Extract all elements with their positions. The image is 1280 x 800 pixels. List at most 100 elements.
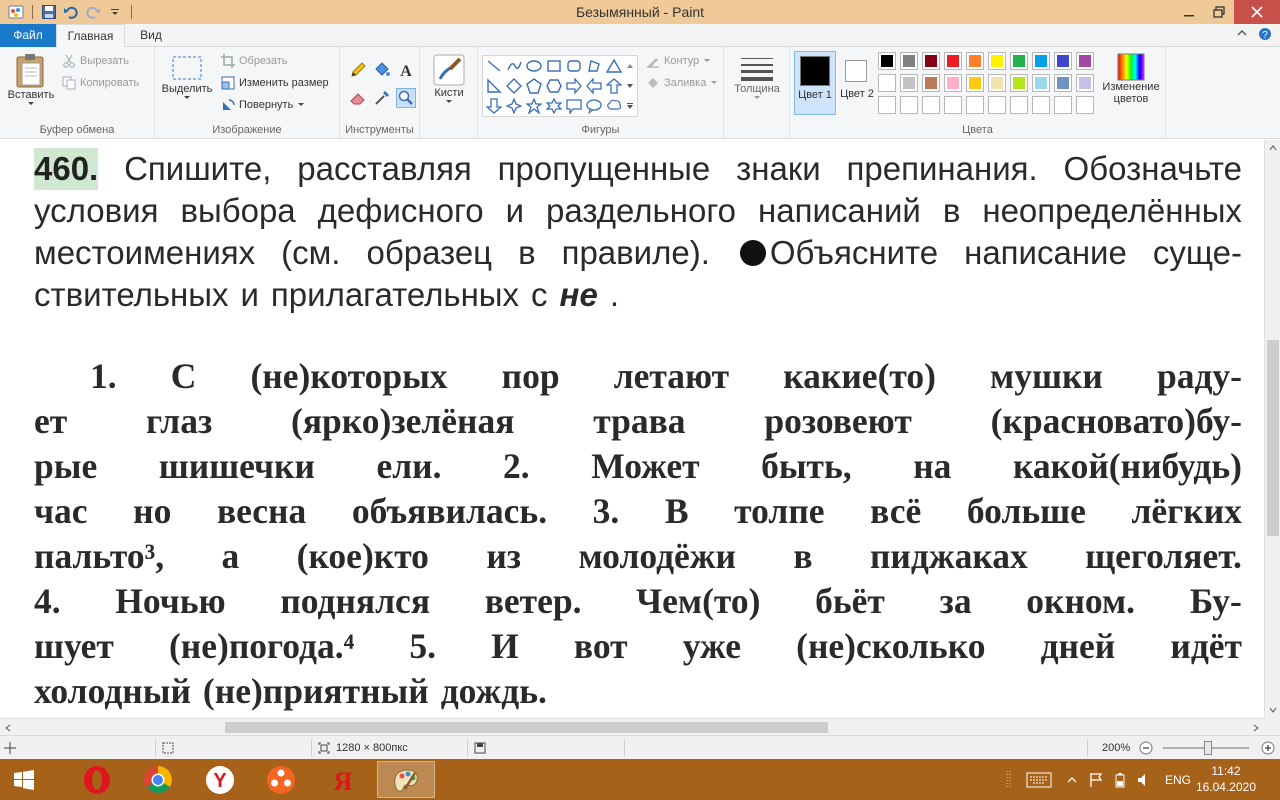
- color-swatch[interactable]: [944, 74, 962, 92]
- color-swatch[interactable]: [1076, 74, 1094, 92]
- touch-keyboard-button[interactable]: [1022, 759, 1056, 800]
- scroll-up-icon[interactable]: [623, 57, 637, 75]
- color-swatch[interactable]: [1076, 52, 1094, 70]
- color2-button[interactable]: Цвет 2: [838, 51, 876, 115]
- expand-gallery-icon[interactable]: [623, 97, 637, 115]
- curve-shape-icon[interactable]: [505, 57, 523, 75]
- down-arrow-shape-icon[interactable]: [485, 97, 503, 115]
- color-picker-tool[interactable]: [372, 88, 392, 108]
- select-button[interactable]: Выделить: [159, 55, 215, 101]
- copy-button[interactable]: Копировать: [62, 76, 139, 90]
- color-swatch[interactable]: [1032, 74, 1050, 92]
- start-button[interactable]: [0, 761, 48, 798]
- scroll-up-arrow-icon[interactable]: [1265, 140, 1280, 156]
- color-swatch[interactable]: [988, 74, 1006, 92]
- color-swatch[interactable]: [1010, 52, 1028, 70]
- line-shape-icon[interactable]: [485, 57, 503, 75]
- color-swatch[interactable]: [988, 52, 1006, 70]
- outline-button[interactable]: Контур: [646, 54, 711, 68]
- taskbar-opera[interactable]: [68, 761, 126, 798]
- pencil-tool[interactable]: [348, 60, 368, 80]
- custom-color-slot[interactable]: [900, 96, 918, 114]
- clock[interactable]: 11:42 16.04.2020: [1196, 763, 1256, 795]
- rect-callout-shape-icon[interactable]: [565, 97, 583, 115]
- canvas[interactable]: 460. Спишите, расставляя пропущенные зна…: [0, 140, 1264, 718]
- five-point-star-shape-icon[interactable]: [525, 97, 543, 115]
- eraser-tool[interactable]: [348, 88, 368, 108]
- brushes-button[interactable]: Кисти: [428, 53, 470, 105]
- volume-button[interactable]: [1134, 759, 1154, 800]
- custom-color-slot[interactable]: [944, 96, 962, 114]
- scroll-right-arrow-icon[interactable]: [1248, 719, 1264, 736]
- four-point-star-shape-icon[interactable]: [505, 97, 523, 115]
- paint-app-icon[interactable]: [6, 2, 26, 22]
- oval-shape-icon[interactable]: [525, 57, 543, 75]
- hexagon-shape-icon[interactable]: [545, 77, 563, 95]
- color-swatch[interactable]: [966, 74, 984, 92]
- custom-color-slot[interactable]: [966, 96, 984, 114]
- color-swatch[interactable]: [900, 74, 918, 92]
- language-indicator[interactable]: ENG: [1160, 759, 1196, 800]
- scroll-left-arrow-icon[interactable]: [0, 719, 16, 736]
- custom-color-slot[interactable]: [878, 96, 896, 114]
- rounded-rectangle-shape-icon[interactable]: [565, 57, 583, 75]
- polygon-shape-icon[interactable]: [585, 57, 603, 75]
- pentagon-shape-icon[interactable]: [525, 77, 543, 95]
- zoom-slider-thumb[interactable]: [1203, 741, 1212, 755]
- taskbar-media-player[interactable]: [252, 761, 310, 798]
- color-swatch[interactable]: [922, 74, 940, 92]
- power-button[interactable]: [1110, 759, 1130, 800]
- rectangle-shape-icon[interactable]: [545, 57, 563, 75]
- oval-callout-shape-icon[interactable]: [585, 97, 603, 115]
- right-arrow-shape-icon[interactable]: [565, 77, 583, 95]
- cloud-callout-shape-icon[interactable]: [605, 97, 623, 115]
- save-icon[interactable]: [39, 2, 59, 22]
- action-center-button[interactable]: [1086, 759, 1106, 800]
- color-swatch[interactable]: [1010, 74, 1028, 92]
- fill-tool[interactable]: [372, 60, 392, 80]
- fill-button[interactable]: Заливка: [646, 76, 718, 90]
- tab-home[interactable]: Главная: [56, 24, 125, 48]
- minimize-button[interactable]: [1174, 0, 1204, 24]
- color-swatch[interactable]: [1054, 52, 1072, 70]
- edit-colors-button[interactable]: Изменение цветов: [1098, 53, 1164, 105]
- right-triangle-shape-icon[interactable]: [485, 77, 503, 95]
- taskbar-yandex[interactable]: Я: [314, 761, 372, 798]
- redo-icon[interactable]: [83, 2, 103, 22]
- horizontal-scroll-thumb[interactable]: [225, 722, 828, 733]
- help-icon[interactable]: ?: [1258, 27, 1272, 44]
- cut-button[interactable]: Вырезать: [62, 54, 129, 68]
- zoom-out-button[interactable]: [1139, 736, 1153, 760]
- custom-color-slot[interactable]: [1076, 96, 1094, 114]
- custom-color-slot[interactable]: [922, 96, 940, 114]
- size-button[interactable]: Толщина: [732, 55, 782, 101]
- zoom-in-button[interactable]: [1261, 736, 1275, 760]
- custom-color-slot[interactable]: [1010, 96, 1028, 114]
- diamond-shape-icon[interactable]: [505, 77, 523, 95]
- vertical-scrollbar[interactable]: [1264, 140, 1280, 718]
- undo-icon[interactable]: [61, 2, 81, 22]
- color1-button[interactable]: Цвет 1: [794, 51, 836, 115]
- paste-button[interactable]: Вставить: [6, 51, 56, 107]
- scroll-down-icon[interactable]: [623, 77, 637, 95]
- custom-color-slot[interactable]: [1054, 96, 1072, 114]
- triangle-shape-icon[interactable]: [605, 57, 623, 75]
- text-tool[interactable]: A: [396, 60, 416, 80]
- color-swatch[interactable]: [966, 52, 984, 70]
- left-arrow-shape-icon[interactable]: [585, 77, 603, 95]
- close-button[interactable]: [1234, 0, 1280, 24]
- collapse-ribbon-icon[interactable]: [1236, 27, 1248, 44]
- color-swatch[interactable]: [878, 74, 896, 92]
- scroll-down-arrow-icon[interactable]: [1265, 702, 1280, 718]
- color-swatch[interactable]: [878, 52, 896, 70]
- custom-color-slot[interactable]: [1032, 96, 1050, 114]
- resize-button[interactable]: Изменить размер: [221, 76, 329, 90]
- rotate-button[interactable]: Повернуть: [221, 98, 305, 112]
- customize-quick-access-icon[interactable]: [105, 2, 125, 22]
- color-swatch[interactable]: [1032, 52, 1050, 70]
- magnifier-tool[interactable]: [396, 88, 416, 108]
- tab-view[interactable]: Вид: [130, 24, 172, 47]
- horizontal-scrollbar[interactable]: [0, 718, 1264, 735]
- taskbar-yandex-browser[interactable]: Y: [191, 761, 249, 798]
- crop-button[interactable]: Обрезать: [221, 54, 288, 68]
